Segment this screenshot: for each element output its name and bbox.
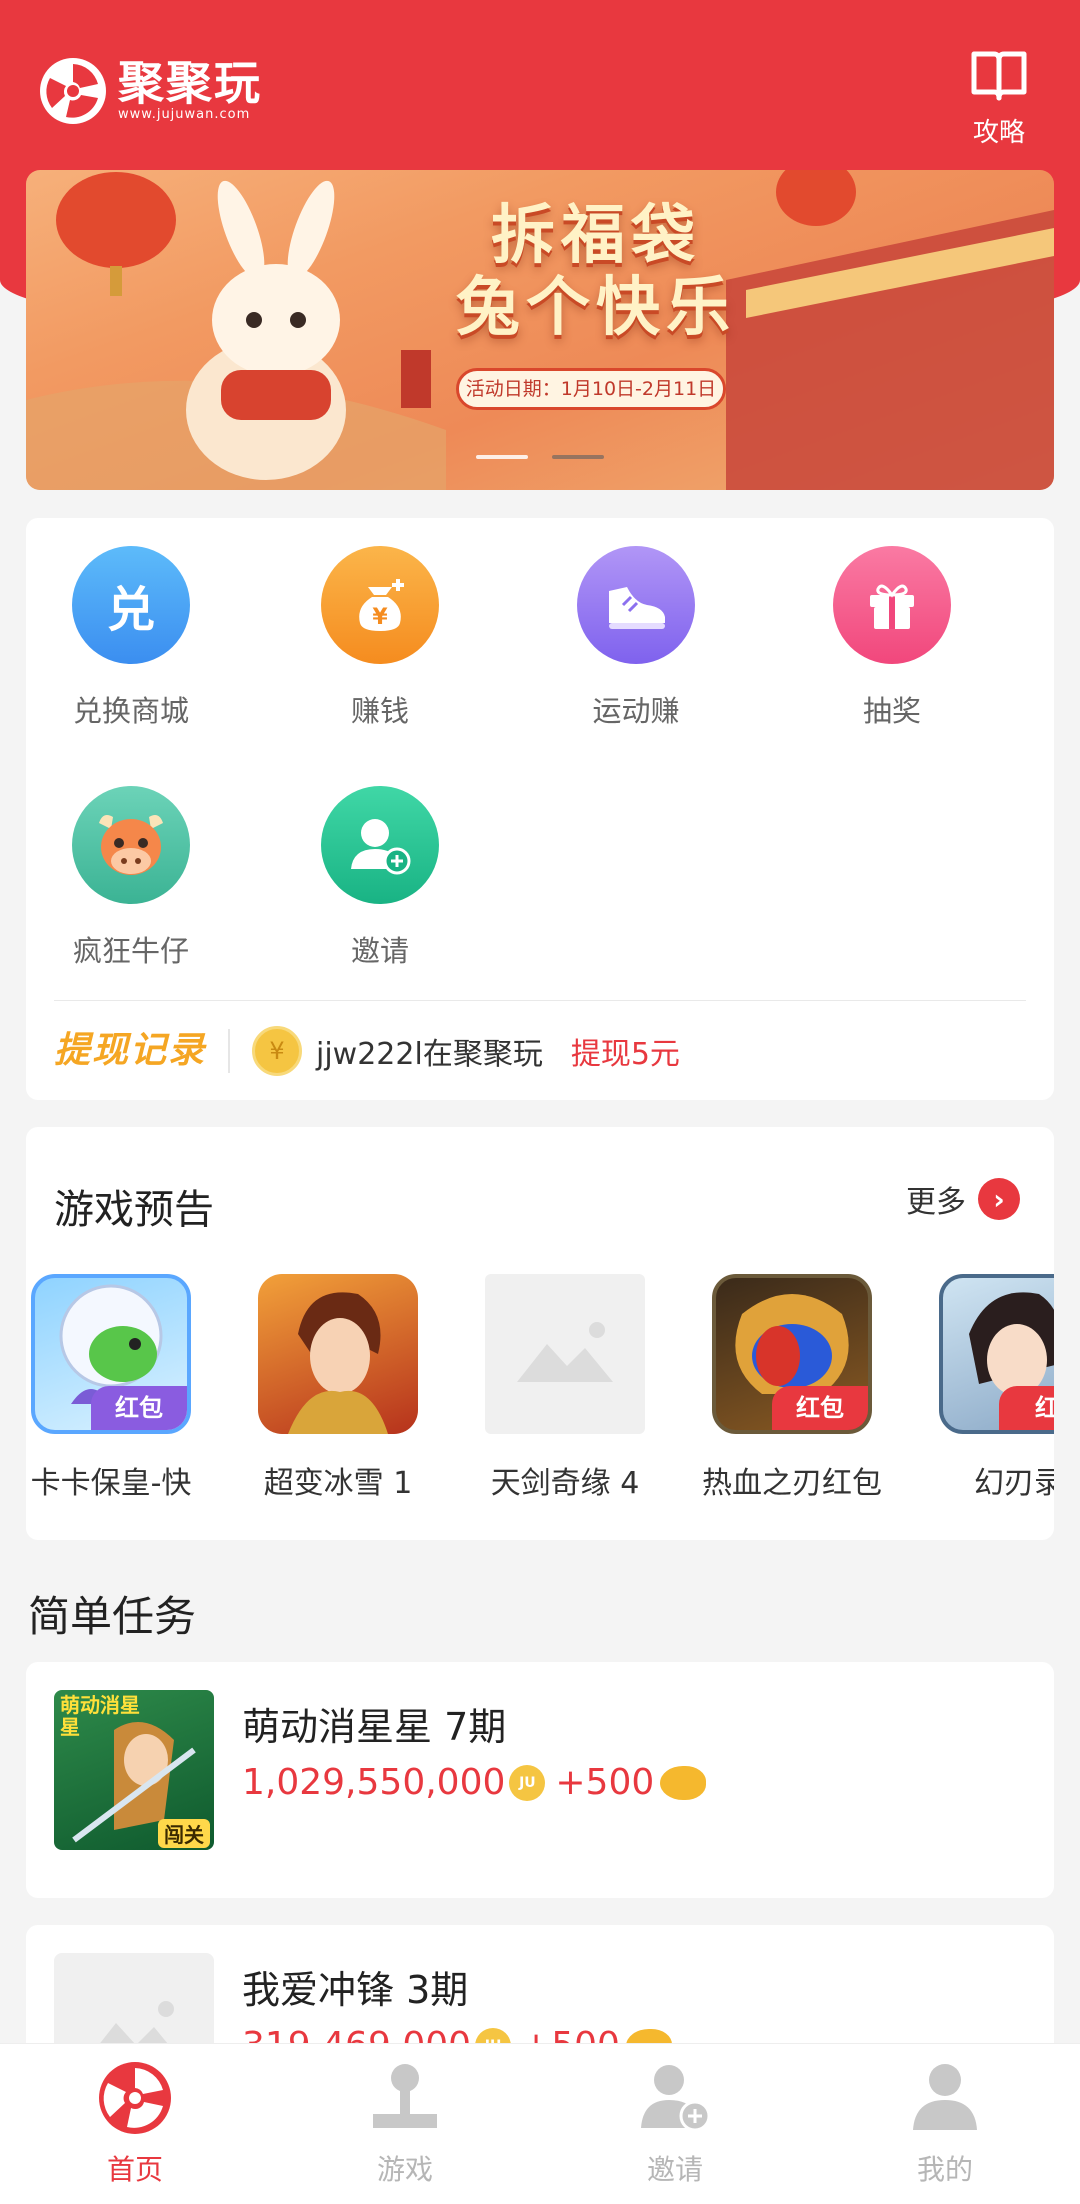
task-thumbnail-tag: 闯关 [158, 1819, 210, 1848]
sneaker-icon [577, 546, 695, 664]
brand-url: www.jujuwan.com [118, 107, 251, 122]
feature-earn-money[interactable]: ¥ 赚钱 [295, 546, 465, 730]
game-preview-panel: 游戏预告 更多 › 红包 卡卡保皇-快 超变冰雪 1 天剑奇缘 4 红包 热血之… [26, 1127, 1054, 1540]
invite-user-icon [637, 2060, 713, 2136]
game-icon: 红包 [31, 1274, 191, 1434]
game-name: 热血之刃红包 [702, 1466, 882, 1501]
tab-games[interactable]: 游戏 [315, 2060, 495, 2188]
feature-invite[interactable]: 邀请 [295, 786, 465, 970]
game-preview-title: 游戏预告 [54, 1187, 214, 1233]
feature-label: 兑换商城 [72, 694, 189, 728]
piggy-bank-icon [660, 1765, 707, 1800]
tab-home[interactable]: 首页 [45, 2060, 225, 2188]
svg-text:¥: ¥ [372, 605, 388, 630]
feature-exchange-mall[interactable]: 兑 兑换商城 [46, 546, 216, 730]
task-bonus: +500 [555, 1762, 655, 1803]
bottom-tab-bar: 首页 游戏 邀请 我的 [0, 2043, 1080, 2204]
profile-icon [907, 2060, 983, 2136]
more-label: 更多 [906, 1185, 966, 1220]
guide-button[interactable]: 攻略 [964, 48, 1034, 149]
game-item[interactable]: 红包 热血之刃红包 [687, 1274, 897, 1502]
task-thumbnail-text: 萌动消星星 [60, 1693, 140, 1739]
feature-lottery[interactable]: 抽奖 [807, 546, 977, 730]
task-coins: 1,029,550,000 [242, 1762, 506, 1803]
banner-title: 拆福袋 兔个快乐 [456, 199, 736, 345]
game-name: 天剑奇缘 4 [490, 1466, 640, 1501]
game-icon: 红 [939, 1274, 1054, 1434]
task-thumbnail: 萌动消星星 闯关 [54, 1690, 214, 1850]
withdraw-amount: 提现5元 [570, 1036, 680, 1072]
more-button[interactable]: 更多 › [906, 1177, 1020, 1221]
red-packet-badge: 红包 [772, 1386, 868, 1430]
ju-coin-icon: JU [509, 1764, 546, 1801]
book-icon [971, 51, 1027, 101]
game-item[interactable]: 超变冰雪 1 [233, 1274, 443, 1502]
game-icon: 红包 [712, 1274, 872, 1434]
brand-logo: 聚聚玩 www.jujuwan.com [40, 58, 262, 124]
withdraw-ticker[interactable]: 提现记录 ¥ jjw222l在聚聚玩 提现5元 [54, 1000, 1026, 1100]
home-logo-icon [97, 2060, 173, 2136]
image-placeholder-icon [485, 1274, 645, 1434]
exchange-icon: 兑 [72, 546, 190, 664]
game-joystick-icon [367, 2060, 443, 2136]
brand-logo-icon [40, 58, 106, 124]
task-card[interactable]: 萌动消星星 闯关 萌动消星星 7期 1,029,550,000 JU +500 [26, 1662, 1054, 1898]
tab-label: 邀请 [646, 2153, 703, 2186]
withdraw-user: jjw222l在聚聚玩 [316, 1036, 543, 1072]
invite-user-icon [321, 786, 439, 904]
game-item[interactable]: 红 幻刃录 [914, 1274, 1054, 1502]
gift-icon [833, 546, 951, 664]
game-name: 卡卡保皇-快 [30, 1466, 192, 1501]
tab-invite[interactable]: 邀请 [585, 2060, 765, 2188]
tab-label: 游戏 [376, 2153, 433, 2186]
tab-profile[interactable]: 我的 [855, 2060, 1035, 2188]
game-icon [258, 1274, 418, 1434]
task-reward: 1,029,550,000 JU +500 [242, 1762, 707, 1803]
banner-dot-2 [552, 455, 604, 459]
tab-label: 我的 [916, 2153, 973, 2186]
feature-label: 抽奖 [862, 694, 921, 728]
promo-banner[interactable]: 拆福袋 兔个快乐 活动日期：1月10日-2月11日 [26, 170, 1054, 490]
withdraw-title: 提现记录 [54, 1028, 231, 1073]
money-bag-icon: ¥ [321, 546, 439, 664]
banner-dot-1 [476, 455, 528, 459]
feature-label: 运动赚 [592, 694, 680, 728]
tab-label: 首页 [106, 2153, 163, 2186]
bull-icon [72, 786, 190, 904]
game-name: 超变冰雪 1 [263, 1466, 413, 1501]
coin-icon: ¥ [252, 1025, 303, 1076]
feature-label: 疯狂牛仔 [72, 934, 189, 968]
feature-sport-earn[interactable]: 运动赚 [551, 546, 721, 730]
brand-name: 聚聚玩 [118, 56, 262, 110]
chevron-right-icon: › [978, 1178, 1020, 1220]
app-header: 聚聚玩 www.jujuwan.com 攻略 [0, 0, 1080, 165]
feature-label: 邀请 [350, 934, 409, 968]
red-packet-badge: 红包 [91, 1386, 187, 1430]
guide-label: 攻略 [972, 118, 1025, 148]
red-packet-badge: 红 [999, 1386, 1054, 1430]
game-name: 幻刃录 [974, 1466, 1054, 1501]
task-name: 萌动消星星 7期 [242, 1705, 507, 1749]
feature-panel: 兑 兑换商城 ¥ 赚钱 运动赚 抽奖 疯狂牛仔 邀请 提现记录 ¥ jjw222… [26, 518, 1054, 1100]
task-name: 我爱冲锋 3期 [242, 1968, 469, 2012]
feature-crazy-cowboy[interactable]: 疯狂牛仔 [46, 786, 216, 970]
simple-tasks-title: 简单任务 [28, 1592, 197, 1641]
banner-date: 活动日期：1月10日-2月11日 [456, 368, 726, 410]
feature-label: 赚钱 [350, 694, 409, 728]
game-item[interactable]: 红包 卡卡保皇-快 [26, 1274, 216, 1502]
game-item[interactable]: 天剑奇缘 4 [460, 1274, 670, 1502]
